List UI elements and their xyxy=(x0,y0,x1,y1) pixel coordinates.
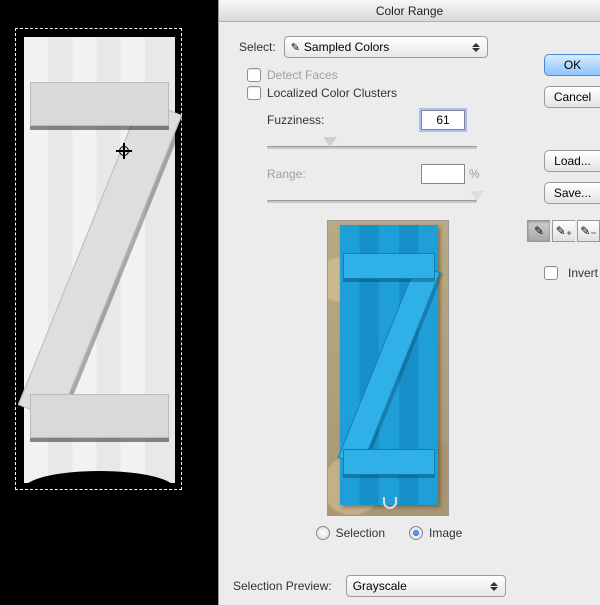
slider-thumb[interactable] xyxy=(323,137,337,149)
range-input xyxy=(421,164,465,184)
dropdown-arrows-icon xyxy=(487,578,501,594)
dialog-title: Color Range xyxy=(219,0,600,22)
selection-preview-label: Selection Preview: xyxy=(233,579,332,593)
invert-label: Invert xyxy=(568,266,598,280)
eyedropper-add-tool[interactable]: ✎₊ xyxy=(552,220,575,242)
range-label: Range: xyxy=(267,167,367,181)
eyedropper-tool[interactable]: ✎ xyxy=(527,220,550,242)
range-slider xyxy=(267,194,477,208)
selection-radio[interactable] xyxy=(316,526,330,540)
detect-faces-checkbox xyxy=(247,68,261,82)
fuzziness-input[interactable]: 61 xyxy=(421,110,465,130)
select-dropdown[interactable]: ✎ Sampled Colors xyxy=(284,36,488,58)
range-unit: % xyxy=(469,167,480,181)
eyedropper-subtract-tool[interactable]: ✎₋ xyxy=(577,220,600,242)
select-label: Select: xyxy=(239,40,276,54)
localized-clusters-checkbox[interactable] xyxy=(247,86,261,100)
save-button[interactable]: Save... xyxy=(544,182,600,204)
preview-thumbnail[interactable] xyxy=(327,220,449,516)
detect-faces-label: Detect Faces xyxy=(267,68,338,82)
fuzziness-label: Fuzziness: xyxy=(267,113,367,127)
dropdown-arrows-icon xyxy=(469,39,483,55)
document-canvas[interactable] xyxy=(15,28,182,490)
eyedropper-icon: ✎ xyxy=(291,41,300,54)
select-dropdown-value: Sampled Colors xyxy=(304,40,389,54)
selection-radio-label: Selection xyxy=(336,526,385,540)
cancel-button[interactable]: Cancel xyxy=(544,86,600,108)
selection-preview-dropdown[interactable]: Grayscale xyxy=(346,575,506,597)
invert-checkbox[interactable] xyxy=(544,266,558,280)
selection-preview-value: Grayscale xyxy=(353,579,407,593)
fuzziness-slider[interactable] xyxy=(267,140,477,154)
mask-image xyxy=(24,37,175,483)
localized-clusters-label: Localized Color Clusters xyxy=(267,86,397,100)
image-radio-label: Image xyxy=(429,526,462,540)
image-radio[interactable] xyxy=(409,526,423,540)
ok-button[interactable]: OK xyxy=(544,54,600,76)
color-range-dialog: Color Range Select: ✎ Sampled Colors Det… xyxy=(218,0,600,605)
load-button[interactable]: Load... xyxy=(544,150,600,172)
selection-preview-mask xyxy=(24,37,175,483)
